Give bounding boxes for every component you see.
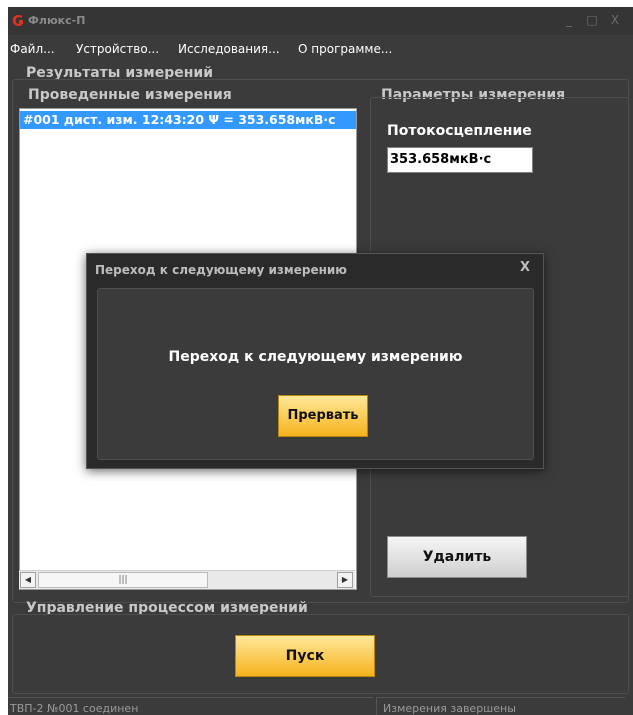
menu-research[interactable]: Исследования...	[178, 42, 280, 56]
connection-status: ТВП-2 №001 соединен	[10, 702, 139, 715]
menu-bar: Файл... Устройство... Исследования... О …	[8, 37, 633, 61]
title-bar[interactable]: C Флюкс-П _ □ X	[8, 7, 633, 35]
start-button[interactable]: Пуск	[235, 635, 375, 677]
transition-dialog: Переход к следующему измерению X Переход…	[86, 253, 544, 469]
scroll-thumb[interactable]: |||	[38, 572, 208, 588]
abort-button[interactable]: Прервать	[278, 395, 368, 437]
dialog-body: Переход к следующему измерению Прервать	[97, 288, 534, 460]
maximize-button[interactable]: □	[584, 11, 600, 29]
status-bar-right: Измерения завершены	[376, 697, 625, 715]
dialog-title: Переход к следующему измерению	[95, 263, 347, 277]
menu-about[interactable]: О программе...	[298, 42, 392, 56]
delete-button[interactable]: Удалить	[387, 536, 527, 578]
status-bar-left: ТВП-2 №001 соединен	[8, 697, 373, 715]
dialog-message: Переход к следующему измерению	[168, 349, 463, 365]
minimize-button[interactable]: _	[561, 11, 577, 29]
measurements-group-title: Проведенные измерения	[28, 87, 232, 103]
measurement-status: Измерения завершены	[383, 702, 516, 715]
dialog-close-icon[interactable]: X	[517, 260, 533, 276]
scroll-left-icon[interactable]: ◀	[20, 572, 36, 588]
app-logo-icon: C	[12, 14, 26, 29]
close-button[interactable]: X	[607, 11, 623, 29]
window-title: Флюкс-П	[28, 14, 86, 27]
menu-file[interactable]: Файл...	[10, 42, 55, 56]
list-item[interactable]: #001 дист. изм. 12:43:20 Ψ = 353.658мкВ·…	[20, 111, 356, 129]
menu-device[interactable]: Устройство...	[76, 42, 159, 56]
flux-linkage-label: Потокосцепление	[387, 123, 532, 139]
flux-linkage-value: 353.658мкВ·с	[387, 147, 533, 173]
scroll-right-icon[interactable]: ▶	[337, 572, 353, 588]
horizontal-scrollbar[interactable]: ◀ ||| ▶	[19, 570, 355, 589]
